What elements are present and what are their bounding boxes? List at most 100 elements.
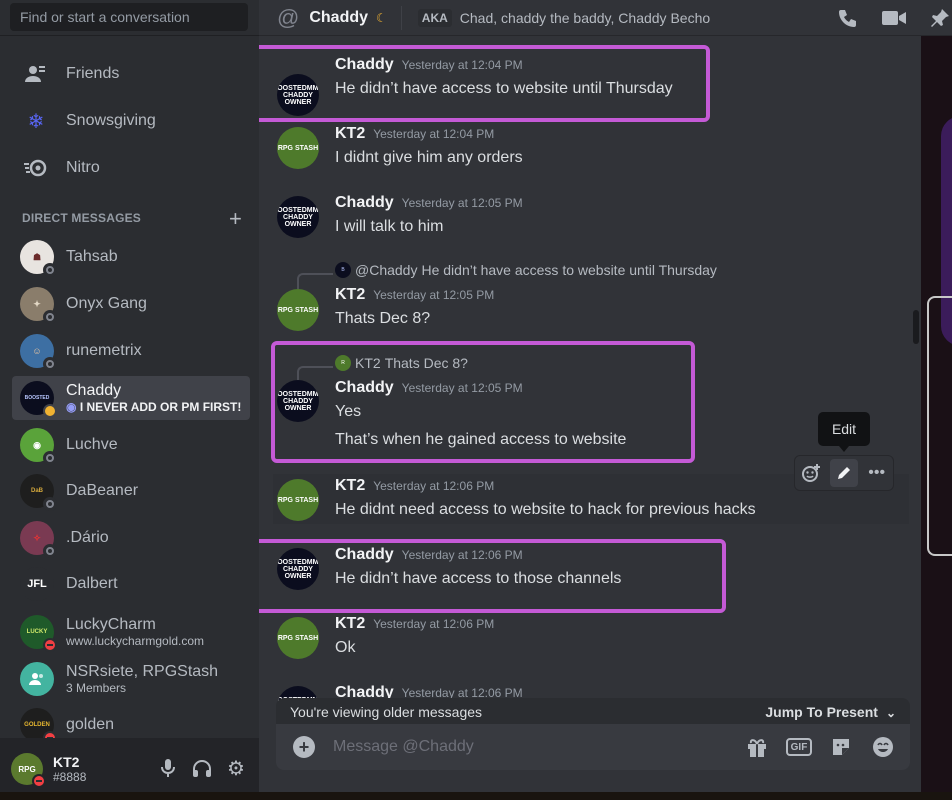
nitro-icon — [20, 152, 52, 184]
pinned-messages-icon[interactable] — [928, 6, 952, 30]
background-window-edge — [921, 36, 952, 800]
upload-plus-icon[interactable]: + — [293, 736, 315, 758]
avatar: LUCKY — [20, 615, 57, 652]
direct-messages-header: Direct Messages + — [22, 206, 242, 231]
direct-messages-label: Direct Messages — [22, 211, 142, 225]
dm-item-dario[interactable]: ✧ .Dário — [12, 516, 250, 560]
avatar: ◉ — [20, 428, 57, 465]
jump-to-present-button[interactable]: Jump To Present ⌄ — [765, 704, 896, 720]
message-content: He didnt need access to website to hack … — [335, 501, 756, 518]
microphone-icon[interactable] — [157, 757, 179, 779]
status-offline-icon — [43, 357, 57, 371]
avatar-text: RPG STASH — [277, 306, 319, 314]
dm-item-luchve[interactable]: ◉ Luchve — [12, 423, 250, 467]
status-idle-icon — [43, 404, 57, 418]
nav-friends[interactable]: Friends — [12, 53, 250, 95]
message-author[interactable]: Chaddy — [335, 194, 394, 212]
reply-avatar: B — [335, 262, 351, 278]
nav-snowsgiving[interactable]: ❄ Snowsgiving — [12, 100, 250, 142]
more-options-icon[interactable]: ••• — [863, 459, 891, 487]
dm-item-onyx-gang[interactable]: ✦ Onyx Gang — [12, 282, 250, 326]
older-messages-banner: You're viewing older messages Jump To Pr… — [276, 698, 910, 726]
dm-item-group-nsrsiete-rpgstash[interactable]: NSRsiete, RPGStash 3 Members — [12, 657, 250, 701]
dm-item-chaddy[interactable]: BOOSTED Chaddy ◉ I NEVER ADD OR PM FIRST! — [12, 376, 250, 420]
dm-item-runemetrix[interactable]: ☺ runemetrix — [12, 329, 250, 373]
group-icon — [29, 673, 43, 685]
dm-item-dabeaner[interactable]: DaB DaBeaner — [12, 469, 250, 513]
header-divider — [400, 5, 402, 30]
author-avatar[interactable]: RPG STASH — [277, 289, 319, 331]
author-avatar[interactable]: RPG STASH — [277, 479, 319, 521]
avatar: ☺ — [20, 334, 57, 371]
scrollbar-thumb[interactable] — [913, 310, 919, 344]
status-offline-icon — [43, 263, 57, 277]
reply-preview[interactable]: B @Chaddy He didn’t have access to websi… — [335, 262, 717, 278]
background-decoration — [927, 296, 952, 556]
older-messages-text: You're viewing older messages — [290, 704, 483, 720]
message-author[interactable]: KT2 — [335, 615, 365, 633]
headphones-icon[interactable] — [191, 757, 213, 779]
dm-custom-status-text: I NEVER ADD OR PM FIRST! — [79, 400, 242, 415]
nav-label: Snowsgiving — [66, 112, 156, 129]
gif-button[interactable]: GIF — [786, 738, 812, 756]
dm-item-tahsab[interactable]: ☗ Tahsab — [12, 235, 250, 279]
message-author[interactable]: KT2 — [335, 125, 365, 143]
dm-sidebar: Find or start a conversation Friends ❄ S… — [0, 0, 259, 800]
status-dnd-icon — [43, 638, 57, 652]
avatar: ✦ — [20, 287, 57, 324]
status-offline-icon — [43, 451, 57, 465]
voice-call-icon[interactable] — [836, 6, 860, 30]
avatar: ✧ — [20, 521, 57, 558]
at-icon: @ — [277, 4, 300, 30]
nav-label: Nitro — [66, 159, 100, 176]
message-timestamp: Yesterday at 12:04 PM — [373, 127, 495, 141]
aka-badge: AKA — [417, 8, 452, 27]
message-composer[interactable]: + Message @Chaddy GIF — [276, 724, 910, 770]
video-call-icon[interactable] — [882, 6, 906, 30]
aka-names: Chad, chaddy the baddy, Chaddy Becho — [459, 9, 711, 26]
dm-name: Luchve — [66, 436, 118, 454]
nav-nitro[interactable]: Nitro — [12, 147, 250, 189]
message-timestamp: Yesterday at 12:06 PM — [373, 617, 495, 631]
message-content: I didnt give him any orders — [335, 149, 523, 166]
avatar — [20, 662, 54, 696]
author-avatar[interactable]: RPG STASH — [277, 617, 319, 659]
dm-item-luckycharm[interactable]: LUCKY LuckyCharm www.luckycharmgold.com — [12, 610, 250, 654]
dm-name: DaBeaner — [66, 482, 139, 500]
dm-name: NSRsiete, RPGStash — [66, 662, 219, 680]
avatar-text: BOOSTEDMMO CHADDY OWNER — [277, 206, 319, 228]
search-input[interactable]: Find or start a conversation — [10, 3, 248, 31]
highlight-box — [259, 45, 710, 122]
dm-item-dalbert[interactable]: JFL Dalbert — [12, 562, 250, 606]
message-timestamp: Yesterday at 12:05 PM — [373, 288, 495, 302]
gift-icon[interactable] — [744, 734, 770, 760]
settings-gear-icon[interactable]: ⚙ — [225, 757, 247, 780]
dm-name: Onyx Gang — [66, 295, 147, 313]
user-panel: RPG KT2 #8888 ⚙ — [0, 738, 259, 800]
reply-author: @Chaddy — [355, 262, 418, 278]
sticker-icon[interactable] — [828, 734, 854, 760]
author-avatar[interactable]: RPG STASH — [277, 127, 319, 169]
dm-name: runemetrix — [66, 342, 142, 360]
emoji-icon[interactable] — [870, 734, 896, 760]
message-timestamp: Yesterday at 12:06 PM — [373, 479, 495, 493]
create-dm-plus-icon[interactable]: + — [229, 206, 242, 232]
reply-spine — [297, 273, 333, 289]
status-dnd-icon — [32, 774, 46, 788]
author-avatar[interactable]: BOOSTEDMMO CHADDY OWNER — [277, 196, 319, 238]
edit-pencil-icon[interactable] — [829, 459, 858, 487]
chat-scrollbar[interactable] — [913, 36, 921, 736]
user-avatar[interactable]: RPG — [11, 753, 46, 788]
message-content: I will talk to him — [335, 218, 444, 235]
add-reaction-icon[interactable] — [797, 459, 825, 487]
message-list[interactable]: BOOSTEDMMO CHADDY OWNER Chaddy Yesterday … — [259, 36, 919, 736]
avatar: DaB — [20, 474, 57, 511]
message-author[interactable]: KT2 — [335, 286, 365, 304]
message-input[interactable]: Message @Chaddy — [333, 738, 474, 756]
avatar-text: RPG STASH — [277, 496, 319, 504]
message-timestamp: Yesterday at 12:05 PM — [401, 196, 523, 210]
jump-to-present-label: Jump To Present — [765, 704, 878, 720]
nav-label: Friends — [66, 65, 120, 82]
dm-custom-status: www.luckycharmgold.com — [66, 634, 205, 649]
message-author[interactable]: KT2 — [335, 477, 365, 495]
